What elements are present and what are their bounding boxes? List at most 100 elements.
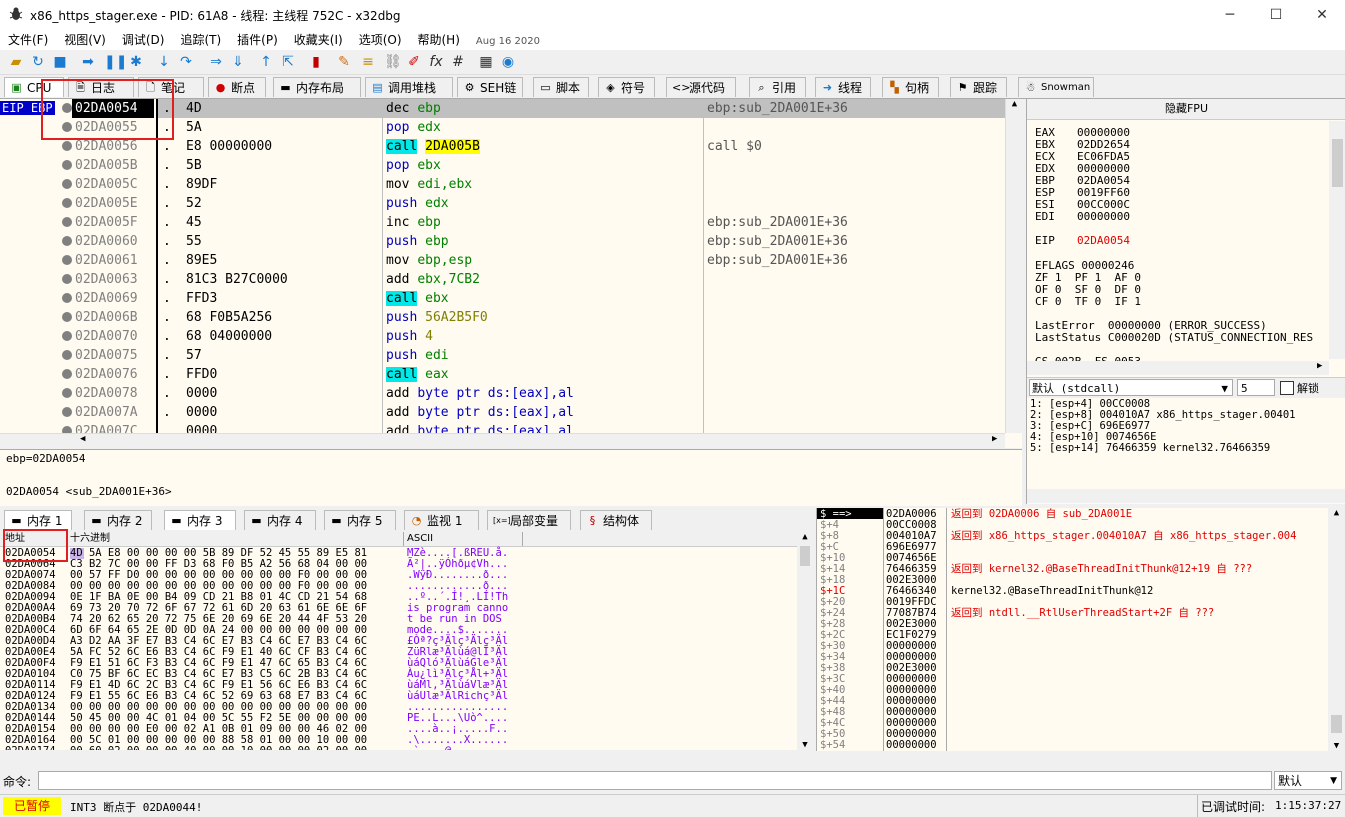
unlock-checkbox[interactable] xyxy=(1280,381,1294,395)
run-to-user-code-icon[interactable]: ⇱ xyxy=(280,54,296,70)
tab-script[interactable]: ▭ 脚本 xyxy=(533,77,589,97)
arg-count-spinner[interactable]: 5 xyxy=(1237,379,1275,396)
tab-snowman[interactable]: ☃ Snowman xyxy=(1018,77,1094,97)
menu-plugins[interactable]: 插件(P) xyxy=(229,30,286,50)
menu-file[interactable]: 文件(F) xyxy=(0,30,56,50)
tab-handles[interactable]: ▚ 句柄 xyxy=(882,77,939,97)
breakpoint-toggle-icon[interactable] xyxy=(62,141,72,151)
restart-icon[interactable]: ↻ xyxy=(30,54,46,70)
breakpoint-toggle-icon[interactable] xyxy=(62,350,72,360)
tab-threads[interactable]: ➜ 线程 xyxy=(815,77,871,97)
column-hex[interactable]: 十六进制 xyxy=(70,532,110,546)
comments-icon[interactable]: ≡ xyxy=(360,54,376,70)
patch-icon[interactable]: ✎ xyxy=(336,54,352,70)
dump-scrollbar[interactable]: ▲ ▼ xyxy=(797,532,813,750)
tab-dump-2[interactable]: ▬ 内存 2 xyxy=(84,510,152,530)
register-eip[interactable]: EIP 02DA0054 xyxy=(1035,235,1130,247)
stack-row[interactable]: $+54 00000000 xyxy=(817,740,1327,751)
execute-till-return-icon[interactable]: ↑ xyxy=(258,54,274,70)
disasm-row[interactable]: 02DA0069. FFD3 call ebx xyxy=(0,289,1005,308)
registers-hscrollbar[interactable]: ▶ xyxy=(1027,361,1329,375)
tab-dump-5[interactable]: ▬ 内存 5 xyxy=(324,510,396,530)
breakpoint-toggle-icon[interactable] xyxy=(62,217,72,227)
breakpoint-toggle-icon[interactable] xyxy=(62,236,72,246)
disassembly-scrollbar[interactable]: ▲ xyxy=(1005,99,1022,433)
disasm-row[interactable]: 02DA0075. 57 push edi xyxy=(0,346,1005,365)
calling-convention-select[interactable]: 默认 (stdcall) ▼ xyxy=(1029,379,1233,396)
flags-row-3[interactable]: CF 0 TF 0 IF 1 xyxy=(1035,296,1141,308)
tab-trace[interactable]: ⚑ 跟踪 xyxy=(950,77,1007,97)
scylla-icon[interactable]: ◉ xyxy=(500,54,516,70)
tab-dump-4[interactable]: ▬ 内存 4 xyxy=(244,510,316,530)
menu-view[interactable]: 视图(V) xyxy=(56,30,114,50)
tab-locals[interactable]: [x=] 局部变量 xyxy=(487,510,571,530)
breakpoint-toggle-icon[interactable] xyxy=(62,198,72,208)
function-icon[interactable]: fx xyxy=(428,54,444,70)
step-into-icon[interactable]: ↓ xyxy=(156,54,172,70)
register-edi[interactable]: EDI 00000000 xyxy=(1035,211,1130,223)
disassembly-hscrollbar[interactable]: ◀ ▶ xyxy=(0,433,1005,448)
stop-icon[interactable]: ■ xyxy=(52,54,68,70)
disasm-row[interactable]: 02DA007A. 0000 add byte ptr ds:[eax],al xyxy=(0,403,1005,422)
labels-icon[interactable]: ⛓ xyxy=(384,54,402,70)
calculator-icon[interactable]: ▦ xyxy=(478,54,494,70)
command-mode-select[interactable]: 默认 ▼ xyxy=(1274,771,1342,790)
command-input[interactable] xyxy=(38,771,1272,790)
breakpoint-toggle-icon[interactable] xyxy=(62,369,72,379)
tab-watch-1[interactable]: ◔ 监视 1 xyxy=(404,510,479,530)
breakpoint-toggle-icon[interactable] xyxy=(62,331,72,341)
breakpoint-toggle-icon[interactable] xyxy=(62,179,72,189)
disasm-row[interactable]: 02DA006B. 68 F0B5A256 push 56A2B5F0 xyxy=(0,308,1005,327)
disasm-row[interactable]: 02DA0063. 81C3 B27C0000 add ebx,7CB2 xyxy=(0,270,1005,289)
registers-scrollbar[interactable] xyxy=(1329,121,1345,359)
breakpoint-toggle-icon[interactable] xyxy=(62,312,72,322)
trace-into-icon[interactable]: ⇒ xyxy=(208,54,224,70)
breakpoint-toggle-icon[interactable] xyxy=(62,407,72,417)
tab-dump-3[interactable]: ▬ 内存 3 xyxy=(164,510,236,530)
disasm-row[interactable]: 02DA005B. 5B pop ebx xyxy=(0,156,1005,175)
breakpoint-toggle-icon[interactable] xyxy=(62,255,72,265)
breakpoint-toggle-icon[interactable] xyxy=(62,274,72,284)
menu-help[interactable]: 帮助(H) xyxy=(410,30,468,50)
tab-seh[interactable]: ⚙ SEH链 xyxy=(457,77,523,97)
stack-scrollbar[interactable]: ▲ ▼ xyxy=(1328,508,1345,751)
trace-over-icon[interactable]: ⇓ xyxy=(230,54,246,70)
traffic-light-icon[interactable]: ▮ xyxy=(308,54,324,70)
menu-trace[interactable]: 追踪(T) xyxy=(172,30,229,50)
step-over-icon[interactable]: ↷ xyxy=(178,54,194,70)
hide-fpu-button[interactable]: 隐藏FPU xyxy=(1027,99,1345,120)
menu-debug[interactable]: 调试(D) xyxy=(114,30,173,50)
close-button[interactable]: ✕ xyxy=(1299,0,1345,30)
args-hscrollbar[interactable] xyxy=(1027,489,1345,503)
disasm-row[interactable]: 02DA0076. FFD0 call eax xyxy=(0,365,1005,384)
breakpoint-toggle-icon[interactable] xyxy=(62,388,72,398)
open-icon[interactable]: ▰ xyxy=(8,54,24,70)
hash-icon[interactable]: # xyxy=(450,54,466,70)
animate-icon[interactable]: ✱ xyxy=(128,54,144,70)
stack-arg-row[interactable]: 5: [esp+14] 76466359 kernel32.76466359 xyxy=(1030,442,1270,454)
column-ascii[interactable]: ASCII xyxy=(407,532,433,546)
tab-breakpoints[interactable]: ● 断点 xyxy=(208,77,266,97)
tab-struct[interactable]: § 结构体 xyxy=(580,510,652,530)
memory-dump-view[interactable]: 地址 十六进制 ASCII 02DA0054 4D 5A E8 00 00 00 … xyxy=(0,532,813,750)
menu-options[interactable]: 选项(O) xyxy=(351,30,410,50)
disassembly-view[interactable]: EIP EBP 02DA0054. 4D dec ebp ebp:sub_2DA001… xyxy=(0,99,1022,448)
minimize-button[interactable]: ─ xyxy=(1207,0,1253,30)
maximize-button[interactable]: ☐ xyxy=(1253,0,1299,30)
tab-source[interactable]: <> 源代码 xyxy=(666,77,736,97)
bookmarks-icon[interactable]: ✐ xyxy=(406,54,422,70)
disasm-row[interactable]: 02DA0078. 0000 add byte ptr ds:[eax],al xyxy=(0,384,1005,403)
tab-call-stack[interactable]: ▤ 调用堆栈 xyxy=(365,77,453,97)
tab-references[interactable]: ⌕ 引用 xyxy=(749,77,806,97)
menu-favourites[interactable]: 收藏夹(I) xyxy=(286,30,351,50)
breakpoint-toggle-icon[interactable] xyxy=(62,160,72,170)
stack-view[interactable]: $ ==> 02DA0006 返回到 02DA0006 自 sub_2DA001E $… xyxy=(816,508,1345,751)
disasm-row[interactable]: 02DA005E. 52 push edx xyxy=(0,194,1005,213)
pause-icon[interactable]: ❚❚ xyxy=(104,54,127,70)
breakpoint-toggle-icon[interactable] xyxy=(62,293,72,303)
tab-dump-1[interactable]: ▬ 内存 1 xyxy=(4,510,72,530)
disasm-row[interactable]: 02DA005F. 45 inc ebp ebp:sub_2DA001E+36 xyxy=(0,213,1005,232)
disasm-row[interactable]: 02DA0061. 89E5 mov ebp,esp ebp:sub_2DA001E+… xyxy=(0,251,1005,270)
tab-memory-map[interactable]: ▬ 内存布局 xyxy=(273,77,361,97)
tab-symbols[interactable]: ◈ 符号 xyxy=(598,77,655,97)
